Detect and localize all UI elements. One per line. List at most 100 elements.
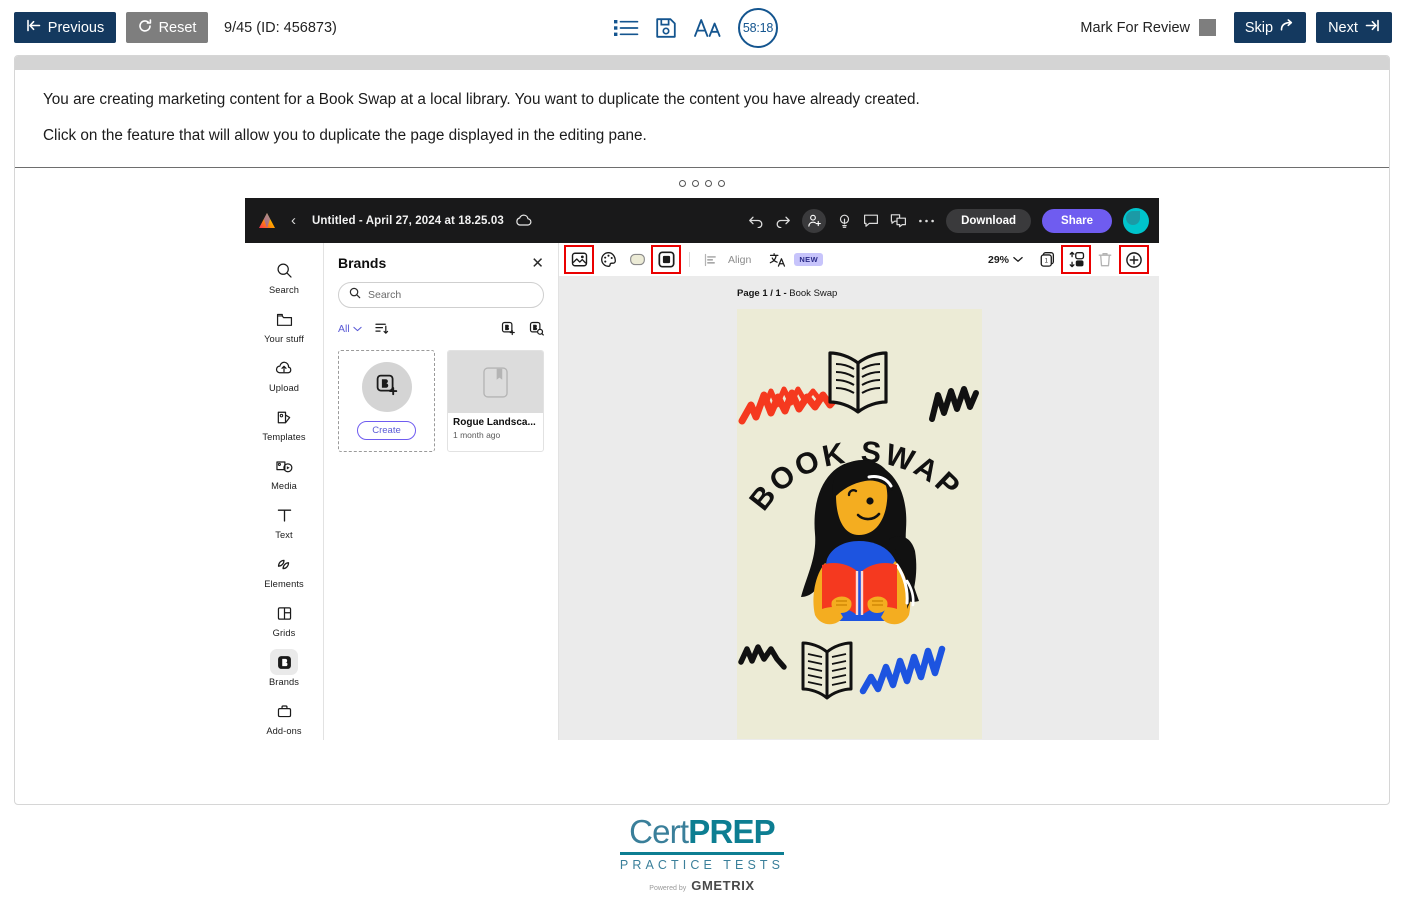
rail-item-grids[interactable]: Grids — [245, 594, 323, 643]
mark-for-review-label: Mark For Review — [1080, 19, 1190, 36]
question-text-block: You are creating marketing content for a… — [15, 70, 1389, 169]
duplicate-page-icon[interactable] — [1061, 245, 1091, 275]
back-chevron-icon[interactable]: ‹ — [291, 213, 296, 228]
save-icon[interactable] — [654, 16, 678, 40]
media-icon — [270, 453, 298, 479]
undo-icon[interactable] — [748, 214, 764, 229]
rail-item-elements[interactable]: Elements — [245, 545, 323, 594]
duplicate-pane-icon[interactable] — [890, 213, 907, 228]
sort-icon[interactable] — [375, 322, 389, 335]
color-palette-icon[interactable] — [596, 248, 620, 271]
add-collaborator-icon[interactable] — [802, 208, 827, 233]
new-badge: NEW — [794, 253, 824, 267]
filter-all-label: All — [338, 322, 350, 335]
upload-cloud-icon — [270, 355, 298, 381]
frame-border-icon[interactable] — [651, 245, 681, 275]
templates-icon — [270, 404, 298, 430]
next-button[interactable]: Next — [1316, 12, 1392, 43]
pager-dot[interactable] — [718, 179, 725, 187]
editor-toolbar-right: 29% 1 — [988, 243, 1151, 276]
skip-button[interactable]: Skip — [1234, 12, 1306, 43]
pager-dot[interactable] — [692, 179, 699, 187]
rail-item-label: Text — [275, 530, 293, 541]
brand-card-meta: Rogue Landsca... 1 month ago — [448, 413, 543, 440]
rail-item-label: Your stuff — [264, 334, 304, 345]
elements-icon — [270, 551, 298, 577]
rail-item-upload[interactable]: Upload — [245, 349, 323, 398]
design-canvas-area[interactable]: Page 1 / 1 - Book Swap BOOK SWAP — [559, 276, 1159, 741]
skip-arrow-icon — [1280, 19, 1295, 36]
question-line-2: Click on the feature that will allow you… — [43, 126, 647, 144]
gmetrix-logo: GMETRIX — [691, 878, 755, 893]
create-brand-button[interactable]: Create — [357, 421, 416, 441]
find-brand-icon[interactable] — [529, 321, 544, 336]
rail-item-label: Media — [271, 481, 297, 492]
editor-toolbar: Align NEW 29% 1 — [559, 243, 1159, 277]
rail-item-media[interactable]: Media — [245, 447, 323, 496]
account-avatar-icon[interactable] — [1123, 207, 1149, 234]
share-button[interactable]: Share — [1042, 208, 1112, 233]
footer-branding: CertPREP PRACTICE TESTS Powered by GMETR… — [0, 815, 1404, 893]
rail-item-label: Elements — [264, 579, 304, 590]
pager-dot[interactable] — [679, 179, 686, 187]
rail-item-label: Brands — [268, 677, 300, 688]
canva-editor: Align NEW 29% 1 Page 1 / 1 - Book Swap B… — [559, 243, 1159, 741]
question-counter: 9/45 (ID: 456873) — [224, 19, 337, 36]
brands-panel-title: Brands — [338, 255, 387, 272]
new-brand-icon — [375, 373, 399, 402]
reset-button[interactable]: Reset — [126, 12, 208, 43]
pages-count-icon[interactable]: 1 — [1035, 248, 1059, 271]
rail-item-your-stuff[interactable]: Your stuff — [245, 300, 323, 349]
brands-panel-filters: All — [338, 321, 544, 336]
font-size-icon[interactable] — [693, 17, 723, 39]
shape-fill-icon[interactable] — [625, 248, 649, 271]
delete-page-icon[interactable] — [1093, 248, 1117, 271]
rail-item-search[interactable]: Search — [245, 251, 323, 300]
pager-dot[interactable] — [705, 179, 712, 187]
close-icon[interactable]: ✕ — [531, 256, 544, 271]
chevron-down-icon[interactable] — [1013, 256, 1023, 263]
filter-all-dropdown[interactable]: All — [338, 323, 362, 335]
reset-icon — [138, 18, 152, 37]
align-icon[interactable] — [699, 248, 723, 271]
search-icon — [349, 286, 361, 304]
logo-cert-text: Cert — [629, 813, 689, 850]
rail-item-text[interactable]: Text — [245, 496, 323, 545]
image-effects-icon[interactable] — [564, 245, 594, 275]
more-options-icon[interactable] — [918, 218, 935, 224]
toolbar-divider — [689, 252, 690, 268]
previous-button[interactable]: Previous — [14, 12, 116, 43]
design-page[interactable]: BOOK SWAP — [737, 309, 982, 740]
previous-arrow-icon — [26, 19, 41, 36]
powered-by-label: Powered by — [649, 885, 687, 892]
align-label[interactable]: Align — [728, 254, 751, 266]
certprep-logo: CertPREP — [629, 813, 776, 850]
add-page-icon[interactable] — [1119, 245, 1149, 275]
canva-top-right-tools: Download Share — [748, 198, 1149, 243]
document-title[interactable]: Untitled - April 27, 2024 at 18.25.03 — [312, 215, 504, 227]
rail-item-templates[interactable]: Templates — [245, 398, 323, 447]
rail-item-label: Upload — [268, 383, 300, 394]
comment-icon[interactable] — [863, 213, 879, 228]
new-brand-icon[interactable] — [501, 321, 516, 336]
download-button[interactable]: Download — [946, 208, 1032, 233]
search-icon — [270, 257, 298, 283]
redo-icon[interactable] — [775, 214, 791, 229]
question-line-1: You are creating marketing content for a… — [43, 91, 920, 108]
rail-item-label: Add-ons — [266, 726, 302, 737]
brands-panel-header: Brands ✕ — [338, 255, 544, 271]
mark-for-review-checkbox[interactable] — [1199, 19, 1216, 36]
brands-search-input[interactable]: Search — [338, 282, 544, 309]
page-label-bold: Page 1 / 1 - — [737, 288, 787, 300]
rail-item-addons[interactable]: Add-ons — [245, 692, 323, 740]
ideas-bulb-icon[interactable] — [837, 213, 852, 229]
zoom-level[interactable]: 29% — [988, 254, 1009, 266]
create-brand-card[interactable]: Create — [338, 350, 435, 453]
rail-item-brands[interactable]: Brands — [245, 643, 323, 692]
logo-divider — [620, 852, 784, 855]
list-icon[interactable] — [613, 17, 639, 39]
brand-card[interactable]: Rogue Landsca... 1 month ago — [447, 350, 544, 453]
brands-cards-row: Create Rogue Landsca... 1 month ago — [338, 350, 544, 453]
translate-icon[interactable] — [765, 248, 789, 271]
reset-button-label: Reset — [158, 19, 197, 36]
